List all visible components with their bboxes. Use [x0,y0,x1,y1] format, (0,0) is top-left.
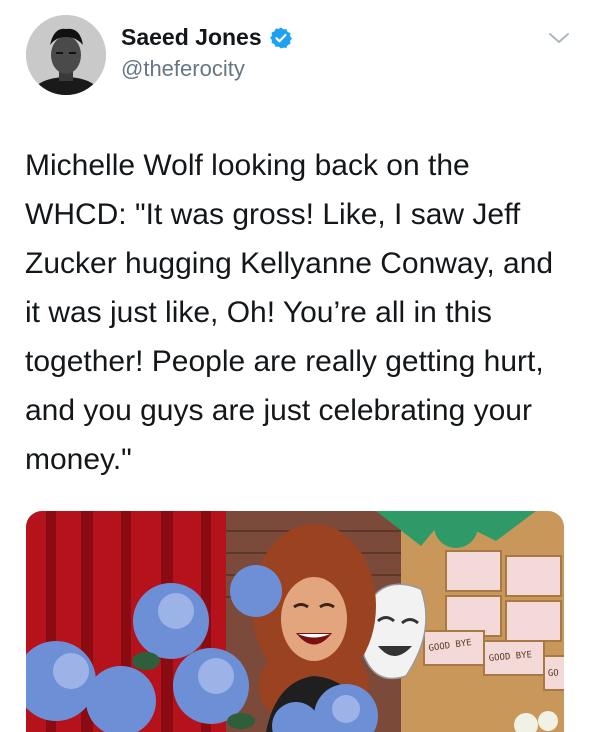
verified-badge-icon [269,27,292,48]
tweet-header: Saeed Jones @theferocity [0,0,590,110]
tweet-text: Michelle Wolf looking back on the WHCD: … [25,149,554,476]
author-name[interactable]: Saeed Jones [121,24,262,51]
author-handle[interactable]: @theferocity [121,56,245,82]
tweet-media-image[interactable]: GOOD BYE GOOD BYE GO [26,511,564,732]
avatar-image [26,15,106,95]
avatar[interactable] [26,15,106,95]
media-sign-label: GO [548,668,559,679]
media-photo: GOOD BYEGOOD BYEGO [26,511,564,732]
chevron-down-icon[interactable] [548,30,570,46]
